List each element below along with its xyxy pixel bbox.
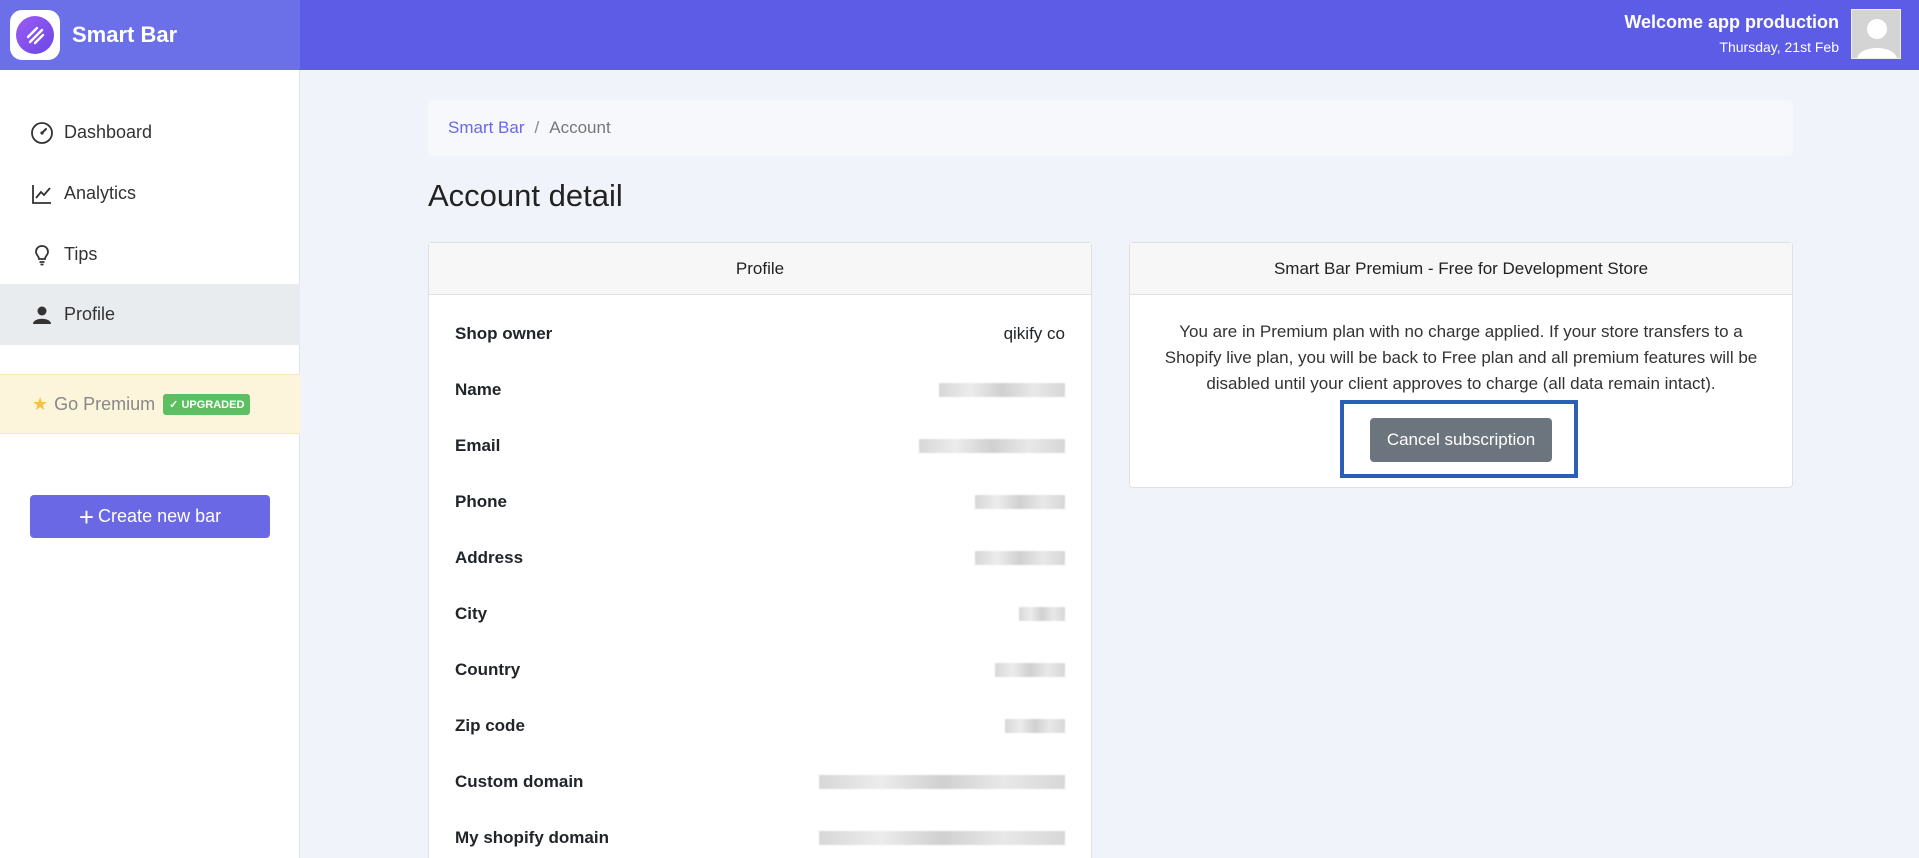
- sidebar: Dashboard Analytics Tips Profile ★ Go Pr…: [0, 70, 300, 858]
- row-value: qikify co: [1003, 324, 1065, 343]
- avatar[interactable]: [1851, 9, 1901, 59]
- breadcrumb: Smart Bar / Account: [428, 100, 1793, 156]
- sidebar-item-analytics[interactable]: Analytics: [0, 163, 300, 224]
- user-icon: [33, 306, 51, 324]
- redacted-value: [975, 495, 1065, 509]
- breadcrumb-current: Account: [549, 118, 611, 137]
- top-header: Smart Bar Welcome app production Thursda…: [0, 0, 1919, 70]
- create-new-bar-button[interactable]: + Create new bar: [30, 495, 270, 538]
- profile-card-title: Profile: [429, 243, 1091, 295]
- sidebar-item-label: Tips: [64, 244, 98, 264]
- row-label: Zip code: [455, 716, 525, 735]
- redacted-value: [975, 551, 1065, 565]
- welcome-block: Welcome app production Thursday, 21st Fe…: [1624, 12, 1839, 55]
- brand[interactable]: Smart Bar: [0, 0, 300, 70]
- redacted-value: [919, 439, 1065, 453]
- go-premium-label: Go Premium: [54, 393, 156, 414]
- create-new-bar-label: Create new bar: [98, 506, 222, 526]
- profile-card: Profile Shop owner qikify co Name Email …: [428, 242, 1092, 858]
- redacted-value: [939, 383, 1065, 397]
- row-label: Address: [455, 548, 524, 567]
- upgraded-badge: ✓ UPGRADED: [163, 393, 251, 415]
- profile-row-email: Email: [455, 434, 1065, 458]
- plus-icon: +: [78, 501, 95, 532]
- row-label: Shop owner: [455, 324, 553, 343]
- sidebar-item-label: Analytics: [64, 183, 137, 203]
- redacted-value: [1005, 719, 1065, 733]
- profile-row-address: Address: [455, 546, 1065, 570]
- brand-name: Smart Bar: [72, 22, 178, 47]
- premium-card-title: Smart Bar Premium - Free for Development…: [1130, 243, 1792, 295]
- sidebar-item-tips[interactable]: Tips: [0, 224, 300, 285]
- profile-row-my-shopify-domain: My shopify domain: [455, 826, 1065, 850]
- star-icon: ★: [32, 393, 49, 414]
- lightbulb-icon: [35, 244, 49, 265]
- row-label: Name: [455, 380, 502, 399]
- profile-row-city: City: [455, 602, 1065, 626]
- profile-row-name: Name: [455, 378, 1065, 402]
- sidebar-item-profile[interactable]: Profile: [0, 284, 300, 345]
- premium-description: You are in Premium plan with no charge a…: [1164, 322, 1758, 393]
- breadcrumb-separator: /: [534, 118, 540, 137]
- chart-line-icon: [32, 184, 51, 204]
- redacted-value: [819, 831, 1065, 845]
- row-label: City: [455, 604, 488, 623]
- current-date: Thursday, 21st Feb: [1719, 39, 1839, 55]
- sidebar-item-label: Dashboard: [64, 122, 153, 142]
- sidebar-item-dashboard[interactable]: Dashboard: [0, 102, 300, 163]
- profile-row-country: Country: [455, 658, 1065, 682]
- welcome-text: Welcome app production: [1624, 12, 1839, 32]
- row-label: Phone: [455, 492, 507, 511]
- row-label: Email: [455, 436, 501, 455]
- row-label: My shopify domain: [455, 828, 609, 847]
- profile-row-custom-domain: Custom domain: [455, 770, 1065, 794]
- profile-row-shop-owner: Shop owner qikify co: [455, 322, 1065, 346]
- sidebar-item-label: Profile: [64, 304, 116, 324]
- redacted-value: [995, 663, 1065, 677]
- row-label: Custom domain: [455, 772, 584, 791]
- go-premium-item[interactable]: ★ Go Premium ✓ UPGRADED: [0, 374, 300, 434]
- speedometer-icon: [31, 121, 53, 144]
- row-label: Country: [455, 660, 521, 679]
- redacted-value: [1019, 607, 1065, 621]
- profile-row-zip-code: Zip code: [455, 714, 1065, 738]
- app-logo-icon: [10, 10, 60, 60]
- breadcrumb-link-smart-bar[interactable]: Smart Bar: [448, 118, 525, 138]
- page-title: Account detail: [428, 178, 623, 213]
- cancel-subscription-button[interactable]: Cancel subscription: [1370, 418, 1552, 462]
- redacted-value: [819, 775, 1065, 789]
- profile-row-phone: Phone: [455, 490, 1065, 514]
